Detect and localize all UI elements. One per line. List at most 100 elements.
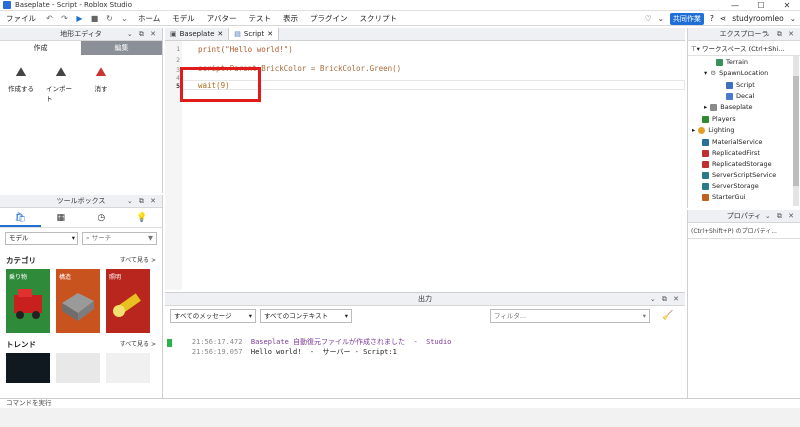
user-chevron-icon[interactable]: ⌄ — [790, 14, 796, 23]
category-card-structures[interactable]: 構造 — [56, 269, 100, 333]
menu-plugins[interactable]: プラグイン — [304, 13, 354, 24]
maximize-button[interactable]: ☐ — [748, 0, 774, 11]
trend-card[interactable] — [56, 353, 100, 383]
share-icon[interactable]: ⋖ — [720, 14, 726, 23]
menu-avatar[interactable]: アバター — [201, 13, 243, 24]
chevron-down-icon[interactable]: ⌄ — [658, 14, 664, 23]
tree-label: Decal — [736, 92, 755, 100]
trend-cards — [0, 353, 162, 383]
toolbox-controls-icon[interactable]: ⌄ ⧉ ✕ — [127, 195, 158, 208]
tree-item-replicatedfirst[interactable]: ReplicatedFirst — [702, 149, 760, 157]
code-line[interactable]: print("Hello world!") — [198, 45, 293, 54]
terrain-clear-button[interactable]: ⛰ 消す — [86, 65, 116, 103]
properties-panel: プロパティ ⌄ ⧉ ✕ (Ctrl+Shift+P) のプロパティ... — [687, 210, 800, 398]
tree-item-startergui[interactable]: StarterGui — [702, 193, 746, 201]
explorer-controls-icon[interactable]: ⌄ ⧉ ✕ — [765, 28, 796, 41]
properties-filter-input[interactable]: (Ctrl+Shift+P) のプロパティ... — [688, 223, 800, 239]
trend-card[interactable] — [6, 353, 50, 383]
menu-file[interactable]: ファイル — [0, 13, 42, 24]
decal-icon — [726, 92, 733, 100]
recent-icon[interactable]: ◷ — [81, 208, 122, 227]
customize-icon[interactable]: ⌄ — [120, 14, 129, 23]
inventory-icon[interactable]: ▦ — [41, 208, 82, 227]
username[interactable]: studyroomleo — [732, 14, 784, 23]
category-card-lighting[interactable]: 照明 — [106, 269, 150, 333]
terrain-generate-button[interactable]: ⛰ 作成する — [6, 65, 36, 103]
tree-item-serverstorage[interactable]: ServerStorage — [702, 182, 759, 190]
menu-script[interactable]: スクリプト — [353, 13, 403, 24]
tree-item-baseplate[interactable]: ▸ Baseplate — [704, 103, 753, 111]
line-number: 2 — [176, 56, 180, 64]
output-controls-icon[interactable]: ⌄ ⧉ ✕ — [650, 293, 681, 306]
collaborate-button[interactable]: 共同作業 — [669, 12, 704, 25]
tree-item-decal[interactable]: Decal — [726, 92, 754, 100]
expand-icon[interactable]: ▾ — [704, 69, 707, 77]
fire-truck-icon — [14, 289, 42, 319]
redo-icon[interactable]: ↷ — [60, 14, 69, 23]
help-icon[interactable]: ? — [710, 14, 714, 23]
restart-icon[interactable]: ↻ — [105, 14, 114, 23]
context-filter-select[interactable]: すべてのコンテキスト — [260, 309, 352, 323]
materialservice-icon — [702, 138, 709, 146]
category-card-vehicles[interactable]: 乗り物 — [6, 269, 50, 333]
undo-icon[interactable]: ↶ — [45, 14, 54, 23]
toolbox-panel: ツールボックス ⌄ ⧉ ✕ 🛍 ▦ ◷ 💡 モデル ⌕ サーチ ▼ カテゴリ す… — [0, 195, 163, 400]
tree-label: Baseplate — [720, 103, 753, 111]
tree-label: ReplicatedStorage — [712, 160, 772, 168]
see-all-categories-link[interactable]: すべて見る > — [120, 255, 156, 266]
tree-item-terrain[interactable]: Terrain — [716, 58, 748, 66]
filter-icon[interactable]: ▼ — [148, 233, 153, 244]
replicatedstorage-icon — [702, 160, 709, 168]
menu-model[interactable]: モデル — [166, 13, 201, 24]
close-tab-icon[interactable]: ✕ — [267, 30, 273, 38]
workspace-label: ワークスペース (Ctrl+Shi... — [702, 45, 785, 53]
expand-icon[interactable]: ▸ — [704, 103, 707, 111]
command-bar[interactable]: コマンドを実行 — [0, 398, 800, 408]
menu-test[interactable]: テスト — [242, 13, 277, 24]
startergui-icon — [702, 193, 709, 201]
tree-item-replicatedstorage[interactable]: ReplicatedStorage — [702, 160, 772, 168]
tree-item-script[interactable]: Script — [726, 81, 755, 89]
line-number: 4 — [176, 74, 180, 82]
output-filter-input[interactable]: フィルタ... — [490, 309, 650, 323]
tree-item-lighting[interactable]: ▸ Lighting — [692, 126, 735, 134]
tab-script[interactable]: ▤ Script ✕ — [229, 28, 280, 40]
trend-card[interactable] — [106, 353, 150, 383]
see-all-trends-link[interactable]: すべて見る > — [120, 339, 156, 350]
expand-icon[interactable]: ▸ — [692, 126, 695, 134]
clear-output-icon[interactable]: 🧹 — [662, 311, 673, 321]
tree-item-players[interactable]: Players — [702, 115, 736, 123]
menu-home[interactable]: ホーム — [132, 13, 166, 24]
close-tab-icon[interactable]: ✕ — [217, 30, 223, 38]
scrollbar-thumb[interactable] — [793, 76, 799, 186]
menu-view[interactable]: 表示 — [277, 13, 304, 24]
window-controls: — ☐ ✕ — [722, 0, 800, 11]
players-icon — [702, 115, 709, 123]
panel-controls-icon[interactable]: ⌄ ⧉ ✕ — [127, 28, 158, 41]
message-filter-select[interactable]: すべてのメッセージ — [170, 309, 256, 323]
workspace-row[interactable]: ⊤▾ ワークスペース (Ctrl+Shi... — [688, 41, 800, 56]
toolbox-filters: モデル ⌕ サーチ ▼ — [0, 228, 162, 249]
terrain-import-button[interactable]: ⛰ インポート — [46, 65, 76, 103]
tree-item-materialservice[interactable]: MaterialService — [702, 138, 762, 146]
heart-icon[interactable]: ♡ — [645, 14, 652, 23]
play-icon[interactable]: ▶ — [75, 14, 84, 23]
stop-icon[interactable]: ■ — [90, 14, 99, 23]
marketplace-icon[interactable]: 🛍 — [0, 208, 41, 227]
close-button[interactable]: ✕ — [774, 0, 800, 11]
category-cards: 乗り物 構造 照明 — [0, 269, 162, 333]
tree-item-spawnlocation[interactable]: ▾ ⚙ SpawnLocation — [704, 69, 768, 77]
tree-item-serverscriptservice[interactable]: ServerScriptService — [702, 171, 776, 179]
tab-edit[interactable]: 編集 — [81, 41, 162, 55]
minimize-button[interactable]: — — [722, 0, 748, 11]
tree-label: MaterialService — [712, 138, 763, 146]
explorer-scrollbar[interactable] — [793, 56, 799, 206]
toolbox-search-input[interactable]: ⌕ サーチ ▼ — [82, 232, 157, 245]
tab-script-label: Script — [243, 30, 265, 38]
creations-icon[interactable]: 💡 — [122, 208, 163, 227]
category-select[interactable]: モデル — [5, 232, 78, 245]
tab-baseplate[interactable]: ▣ Baseplate ✕ — [165, 28, 230, 40]
properties-controls-icon[interactable]: ⌄ ⧉ ✕ — [765, 210, 796, 223]
tab-create[interactable]: 作成 — [0, 41, 81, 55]
highlight-annotation — [180, 67, 261, 102]
